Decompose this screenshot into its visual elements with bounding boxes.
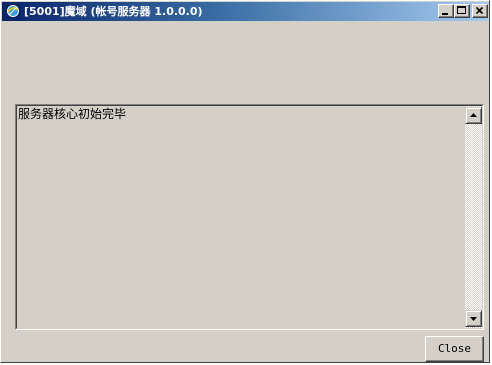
maximize-button[interactable]	[454, 4, 470, 18]
scroll-down-button[interactable]	[465, 310, 482, 327]
app-icon	[5, 4, 21, 19]
scroll-up-button[interactable]	[465, 107, 482, 124]
close-icon	[475, 6, 484, 15]
title-bar[interactable]: [5001]魔域 (帐号服务器 1.0.0.0)	[2, 2, 488, 21]
log-text: 服务器核心初始完毕	[18, 107, 127, 121]
window-close-button[interactable]	[472, 4, 488, 18]
minimize-icon	[442, 13, 448, 15]
window-title: [5001]魔域 (帐号服务器 1.0.0.0)	[24, 5, 203, 18]
log-output-inner: 服务器核心初始完毕	[16, 105, 483, 329]
app-window: [5001]魔域 (帐号服务器 1.0.0.0) 服务器核心初始完毕 Close	[0, 0, 490, 363]
close-button[interactable]: Close	[425, 336, 484, 362]
arrow-down-icon	[470, 317, 477, 321]
maximize-icon	[457, 6, 466, 14]
log-output[interactable]: 服务器核心初始完毕	[15, 104, 484, 330]
minimize-button[interactable]	[438, 4, 454, 18]
vertical-scrollbar[interactable]	[465, 106, 482, 328]
arrow-up-icon	[470, 113, 477, 117]
